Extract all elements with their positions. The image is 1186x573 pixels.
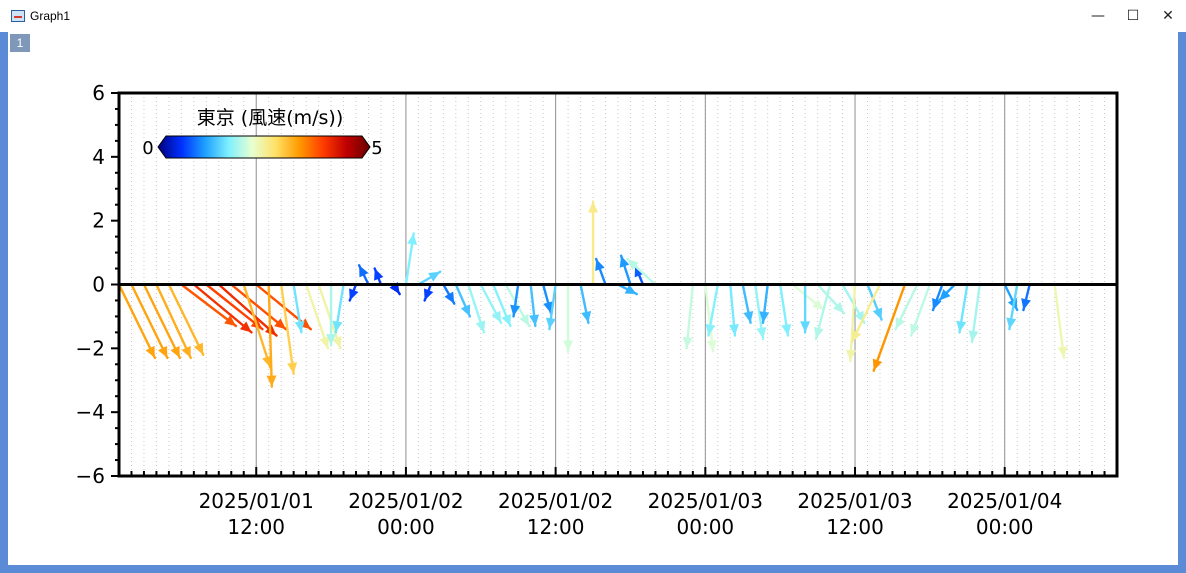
wind-vector — [180, 283, 238, 328]
wind-vector — [872, 283, 907, 372]
wind-vector — [442, 283, 456, 305]
wind-vector — [404, 232, 418, 286]
y-tick-label: 0 — [92, 273, 105, 297]
wind-vector — [304, 283, 330, 350]
wind-vector — [682, 283, 695, 350]
wind-vector — [968, 283, 981, 344]
wind-vector — [1053, 283, 1068, 360]
wind-vector — [467, 283, 486, 334]
colormap-legend: 東京 (風速(m/s)) 0 5 — [142, 107, 382, 159]
graph-window: Graph1 — ☐ ✕ 1 −6 −4 −2 0 2 4 6 2025/01/01 12:00… — [0, 0, 1186, 573]
wind-vector — [741, 283, 754, 324]
x-tick-label: 2025/01/02 00:00 — [348, 489, 463, 539]
x-tick-label: 2025/01/03 12:00 — [797, 489, 912, 539]
wind-vector — [563, 283, 574, 353]
wind-vector — [417, 270, 442, 286]
wind-vector — [846, 283, 857, 363]
wind-vector — [594, 257, 607, 286]
x-tick-label: 2025/01/02 12:00 — [498, 489, 613, 539]
wind-vector — [894, 283, 919, 331]
wind-vector — [332, 283, 345, 334]
wind-vector — [292, 283, 305, 334]
x-tick-label: 2025/01/03 00:00 — [648, 489, 763, 539]
wind-vector — [373, 267, 384, 286]
y-tick-label: 4 — [92, 145, 105, 169]
wind-vector — [728, 283, 739, 337]
vector-field — [119, 200, 1068, 388]
wind-vector — [357, 264, 370, 286]
wind-vector — [326, 283, 337, 347]
y-tick-label: −2 — [76, 336, 105, 360]
wind-vector — [778, 283, 792, 337]
wind-vector — [192, 283, 253, 334]
vector-chart: −6 −4 −2 0 2 4 6 2025/01/01 12:00 2025/01/02 00:00… — [76, 81, 1119, 539]
colormap-bar — [157, 135, 371, 159]
wind-vector — [791, 283, 826, 312]
x-tick-label: 2025/01/01 12:00 — [199, 489, 314, 539]
y-tick-label: 6 — [92, 81, 105, 105]
wind-vector — [423, 283, 434, 302]
y-tick-label: 2 — [92, 209, 105, 233]
wind-vector — [510, 283, 521, 318]
colormap-title: 東京 (風速(m/s)) — [197, 107, 344, 129]
x-tick-label: 2025/01/04 00:00 — [947, 489, 1062, 539]
wind-vector — [348, 283, 359, 302]
wind-vector — [813, 283, 832, 340]
wind-vector — [956, 283, 969, 334]
wind-vector — [579, 283, 592, 324]
colormap-min-label: 0 — [142, 138, 153, 159]
y-tick-label: −4 — [76, 400, 105, 424]
colormap-max-label: 5 — [371, 138, 382, 159]
wind-vector — [205, 283, 264, 331]
wind-vector — [588, 200, 599, 286]
y-tick-label: −6 — [76, 464, 105, 488]
wind-vector — [479, 283, 503, 324]
